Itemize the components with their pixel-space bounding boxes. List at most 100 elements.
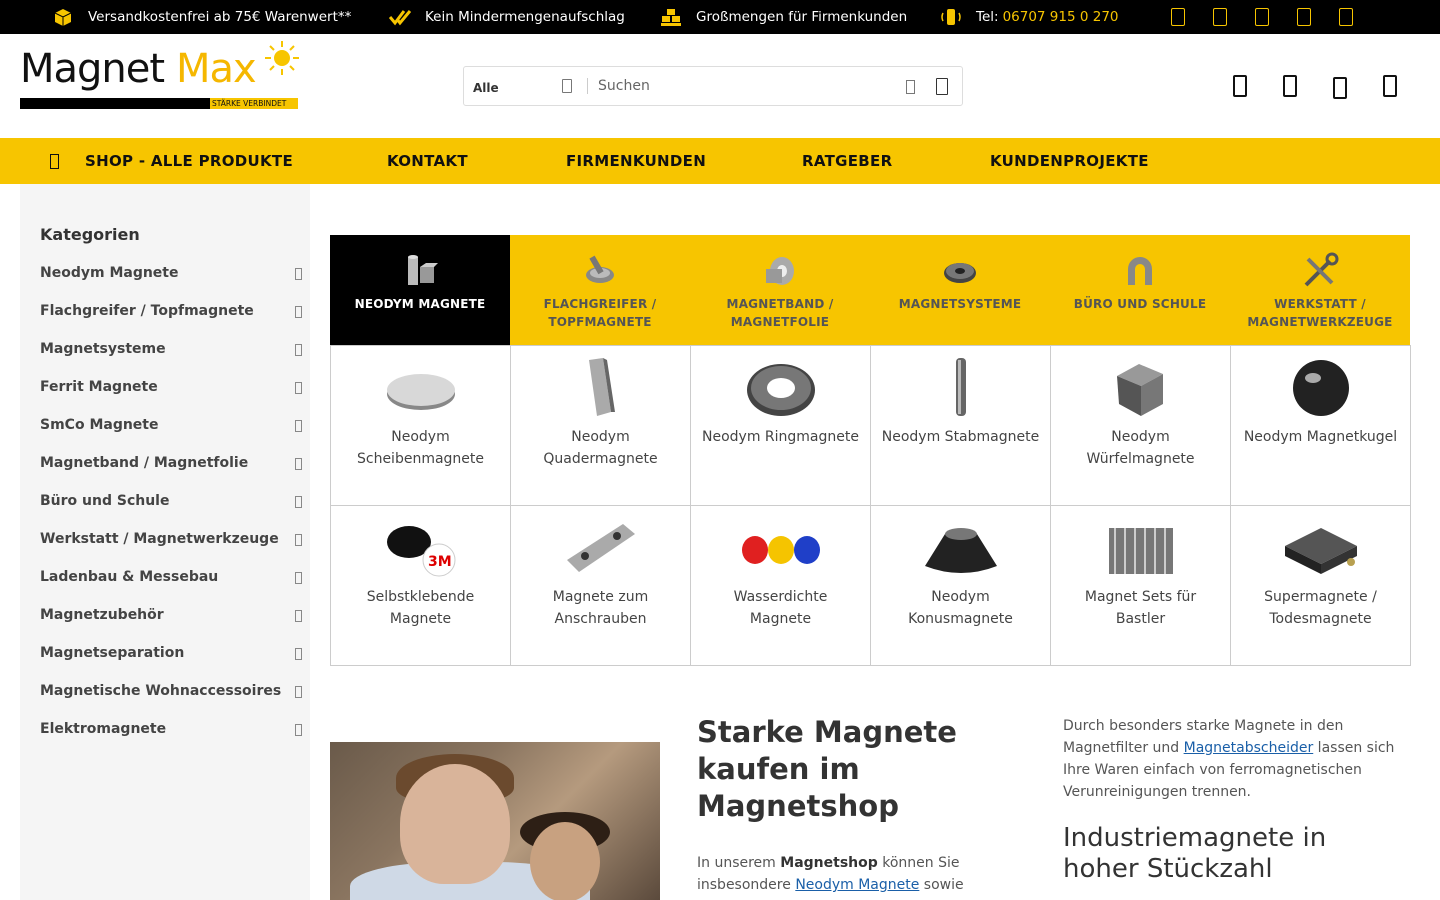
tab-neodym[interactable]: NEODYM MAGNETE: [330, 235, 510, 345]
phone-icon: [941, 9, 961, 25]
horseshoe-magnet-icon: [1128, 257, 1152, 285]
sidebar-item[interactable]: Magnetseparation: [40, 645, 308, 665]
search-category-select[interactable]: Alle: [473, 81, 499, 95]
sidebar-item[interactable]: Magnetsysteme: [40, 341, 308, 361]
product-tile[interactable]: Neodym Ringmagnete: [690, 345, 871, 506]
product-tile[interactable]: Magnet Sets für Bastler: [1050, 505, 1231, 666]
chevron-right-icon[interactable]: [295, 534, 302, 546]
product-tile[interactable]: Neodym Würfelmagnete: [1050, 345, 1231, 506]
adhesive-magnet-image: 3M: [387, 526, 456, 577]
nav-kundenprojekte[interactable]: KUNDENPROJEKTE: [990, 138, 1149, 184]
product-tile[interactable]: Neodym Konusmagnete: [870, 505, 1051, 666]
nav-kontakt[interactable]: KONTAKT: [387, 138, 468, 184]
phone-number[interactable]: 06707 915 0 270: [1003, 9, 1119, 25]
menu-icon[interactable]: [50, 154, 59, 169]
tab-label: BÜRO UND SCHULE: [1073, 297, 1207, 311]
tools-icon: [1304, 252, 1339, 287]
chevron-right-icon[interactable]: [295, 610, 302, 622]
search-box: Alle Suchen: [463, 66, 963, 106]
neodym-magnet-icon: [408, 255, 438, 285]
sidebar-item[interactable]: Ferrit Magnete: [40, 379, 308, 399]
facebook-icon[interactable]: [1171, 8, 1185, 26]
sidebar-item[interactable]: SmCo Magnete: [40, 417, 308, 437]
product-tile[interactable]: Neodym Quadermagnete: [510, 345, 691, 506]
photo-shape: [530, 822, 600, 900]
sidebar-item[interactable]: Elektromagnete: [40, 721, 308, 741]
sidebar-item[interactable]: Flachgreifer / Topfmagnete: [40, 303, 308, 323]
sidebar-item[interactable]: Magnetband / Magnetfolie: [40, 455, 308, 475]
product-label: Supermagnete / Todesmagnete: [1264, 589, 1377, 627]
chevron-right-icon[interactable]: [295, 686, 302, 698]
sidebar-item[interactable]: Büro und Schule: [40, 493, 308, 513]
product-tile[interactable]: Neodym Stabmagnete: [870, 345, 1051, 506]
product-tile[interactable]: Neodym Magnetkugel: [1230, 345, 1411, 506]
logo-word-max: Max: [176, 46, 257, 92]
box-icon: [54, 9, 72, 26]
sidebar-item-label: SmCo Magnete: [40, 417, 159, 433]
tab-label: FLACHGREIFER / TOPFMAGNETE: [543, 297, 657, 329]
instagram-icon[interactable]: [1213, 8, 1227, 26]
pot-magnet-icon: [586, 255, 614, 283]
product-tile[interactable]: 3M Selbstklebende Magnete: [330, 505, 511, 666]
pallet-icon: [661, 9, 681, 26]
nav-ratgeber[interactable]: RATGEBER: [802, 138, 892, 184]
pinterest-icon[interactable]: [1297, 8, 1311, 26]
sidebar-item-label: Flachgreifer / Topfmagnete: [40, 303, 254, 319]
search-input[interactable]: Suchen: [598, 78, 650, 94]
nav-firmenkunden[interactable]: FIRMENKUNDEN: [566, 138, 706, 184]
tab-buero[interactable]: BÜRO UND SCHULE: [1050, 235, 1230, 345]
neodym-link[interactable]: Neodym Magnete: [795, 877, 919, 893]
chevron-right-icon[interactable]: [295, 648, 302, 660]
product-label: Magnet Sets für Bastler: [1084, 589, 1197, 627]
rod-magnet-image: [956, 358, 966, 416]
chevron-right-icon[interactable]: [295, 572, 302, 584]
chevron-right-icon[interactable]: [295, 420, 302, 432]
page-title: Starke Magnete kaufen im Magnetshop: [697, 715, 957, 823]
nav-shop[interactable]: SHOP - ALLE PRODUKTE: [85, 138, 293, 184]
chevron-right-icon[interactable]: [295, 382, 302, 394]
sidebar-item[interactable]: Neodym Magnete: [40, 265, 308, 285]
main-nav: SHOP - ALLE PRODUKTE KONTAKT FIRMENKUNDE…: [0, 138, 1440, 184]
separator-text: Durch besonders starke Magnete in den Ma…: [1063, 715, 1413, 803]
product-tile[interactable]: Wasserdichte Magnete: [690, 505, 871, 666]
category-sidebar: Kategorien Neodym Magnete Flachgreifer /…: [20, 184, 310, 900]
sidebar-item-label: Magnetband / Magnetfolie: [40, 455, 249, 471]
category-tabs: NEODYM MAGNETE FLACHGREIFER / TOPFMAGNET…: [330, 235, 1410, 345]
supermagnet-image: [1285, 528, 1357, 574]
xing-icon[interactable]: [1339, 8, 1353, 26]
logo[interactable]: Magnet Max STÄRKE VERBINDET: [20, 40, 300, 112]
chevron-right-icon[interactable]: [295, 724, 302, 736]
product-tile[interactable]: Magnete zum Anschrauben: [510, 505, 691, 666]
chevron-right-icon[interactable]: [295, 496, 302, 508]
chevron-right-icon[interactable]: [295, 306, 302, 318]
chevron-down-icon[interactable]: [562, 79, 572, 93]
tab-flachgreifer[interactable]: FLACHGREIFER / TOPFMAGNETE: [510, 235, 690, 345]
sphere-magnet-image: [1293, 360, 1349, 416]
sidebar-item[interactable]: Ladenbau & Messebau: [40, 569, 308, 589]
compare-icon[interactable]: [1333, 77, 1347, 99]
chevron-right-icon[interactable]: [295, 268, 302, 280]
tab-magnetsysteme[interactable]: MAGNETSYSTEME: [870, 235, 1050, 345]
clear-icon[interactable]: [906, 80, 915, 94]
sidebar-item[interactable]: Werkstatt / Magnetwerkzeuge: [40, 531, 308, 551]
product-label: Neodym Würfelmagnete: [1086, 429, 1195, 467]
tab-magnetband[interactable]: MAGNETBAND / MAGNETFOLIE: [690, 235, 870, 345]
sidebar-item[interactable]: Magnetzubehör: [40, 607, 308, 627]
account-icon[interactable]: [1233, 75, 1247, 97]
chevron-right-icon[interactable]: [295, 344, 302, 356]
product-label: Neodym Ringmagnete: [702, 429, 859, 445]
product-tile[interactable]: Neodym Scheibenmagnete: [330, 345, 511, 506]
sidebar-item[interactable]: Magnetische Wohnaccessoires: [40, 683, 308, 703]
youtube-icon[interactable]: [1255, 8, 1269, 26]
magnetabscheider-link[interactable]: Magnetabscheider: [1184, 740, 1314, 756]
logo-word-magnet: Magnet: [20, 46, 165, 92]
chevron-right-icon[interactable]: [295, 458, 302, 470]
svg-text:3M: 3M: [428, 554, 452, 570]
product-tile[interactable]: Supermagnete / Todesmagnete: [1230, 505, 1411, 666]
sidebar-title: Kategorien: [40, 225, 140, 244]
cart-icon[interactable]: [1383, 75, 1397, 97]
search-icon[interactable]: [936, 78, 948, 95]
tab-werkstatt[interactable]: WERKSTATT / MAGNETWERKZEUGE: [1230, 235, 1410, 345]
wishlist-icon[interactable]: [1283, 75, 1297, 97]
phone[interactable]: Tel: 06707 915 0 270: [940, 0, 1119, 34]
